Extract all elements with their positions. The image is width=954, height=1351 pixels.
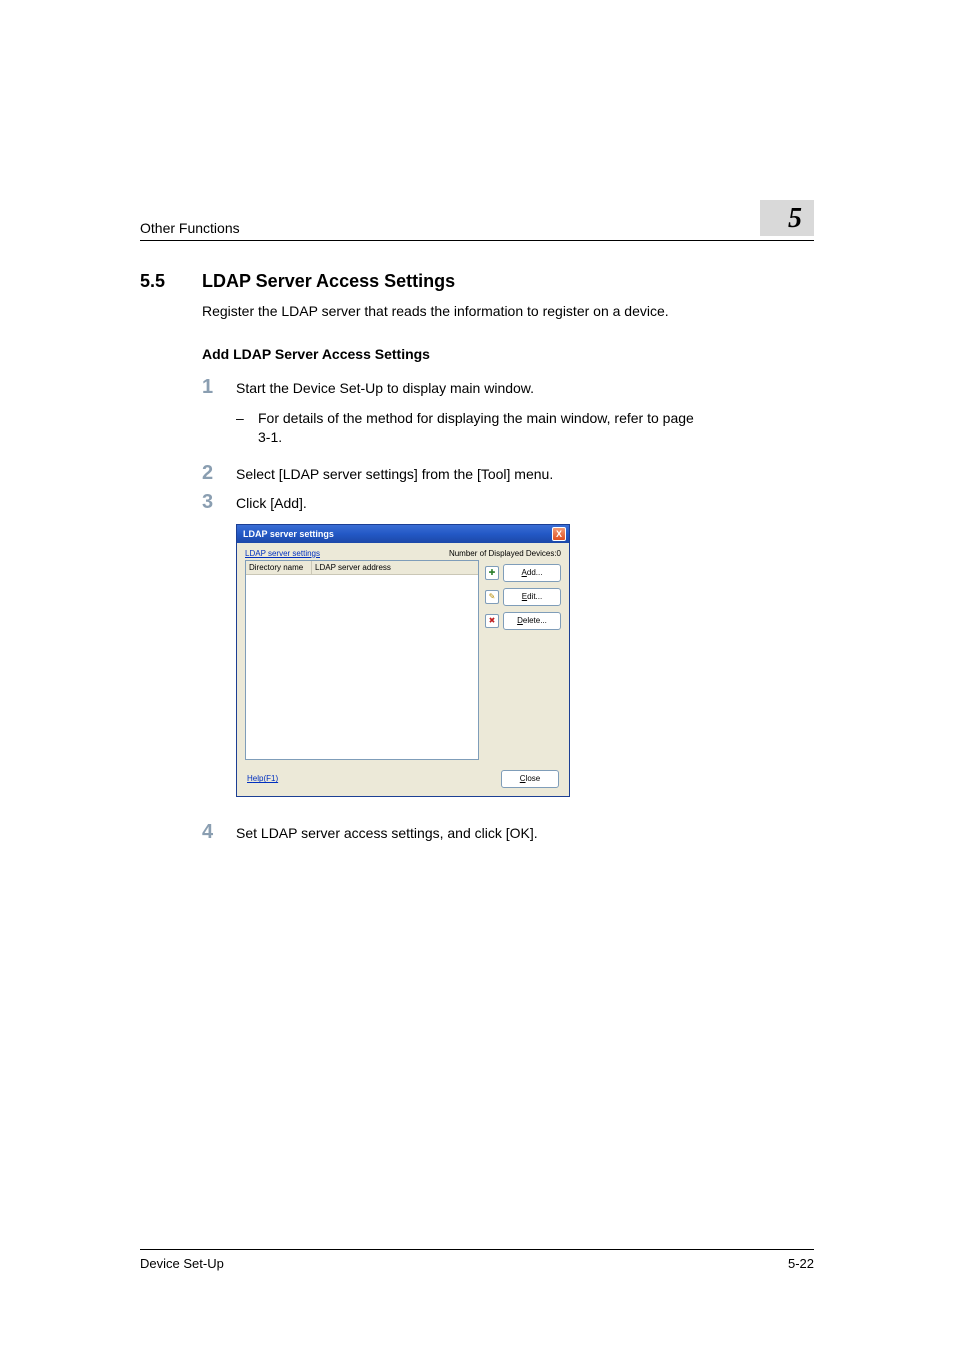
step-number: 1 bbox=[202, 376, 220, 399]
subsection-title: Add LDAP Server Access Settings bbox=[202, 346, 814, 362]
section-heading: 5.5 LDAP Server Access Settings bbox=[140, 271, 814, 292]
step-sub-text: For details of the method for displaying… bbox=[258, 409, 708, 448]
ldap-dialog-screenshot: LDAP server settings X LDAP server setti… bbox=[236, 524, 814, 797]
delete-icon: ✖ bbox=[485, 614, 499, 628]
dash-icon: – bbox=[236, 410, 246, 426]
ldap-server-list[interactable]: Directory name LDAP server address bbox=[245, 560, 479, 760]
add-button[interactable]: Add... bbox=[503, 564, 561, 582]
step-4: 4 Set LDAP server access settings, and c… bbox=[202, 821, 814, 844]
step-text: Select [LDAP server settings] from the [… bbox=[236, 465, 553, 485]
section-number: 5.5 bbox=[140, 271, 180, 292]
step-number: 4 bbox=[202, 821, 220, 844]
dialog-title: LDAP server settings bbox=[243, 529, 334, 539]
step-1-detail: – For details of the method for displayi… bbox=[236, 409, 814, 448]
ldap-server-settings-dialog: LDAP server settings X LDAP server setti… bbox=[236, 524, 570, 797]
help-link[interactable]: Help(F1) bbox=[247, 774, 278, 783]
dialog-titlebar: LDAP server settings X bbox=[237, 525, 569, 543]
step-2: 2 Select [LDAP server settings] from the… bbox=[202, 462, 814, 485]
edit-button[interactable]: Edit... bbox=[503, 588, 561, 606]
close-icon[interactable]: X bbox=[552, 527, 566, 541]
add-icon: ✚ bbox=[485, 566, 499, 580]
column-server-address[interactable]: LDAP server address bbox=[312, 563, 478, 572]
section-title: LDAP Server Access Settings bbox=[202, 271, 455, 292]
step-text: Start the Device Set-Up to display main … bbox=[236, 379, 534, 399]
step-text: Click [Add]. bbox=[236, 494, 307, 514]
step-number: 2 bbox=[202, 462, 220, 485]
close-button[interactable]: Close bbox=[501, 770, 559, 788]
intro-paragraph: Register the LDAP server that reads the … bbox=[202, 302, 814, 322]
ldap-settings-link[interactable]: LDAP server settings bbox=[245, 549, 320, 558]
column-directory-name[interactable]: Directory name bbox=[246, 561, 312, 574]
edit-icon: ✎ bbox=[485, 590, 499, 604]
chapter-number-badge: 5 bbox=[760, 200, 814, 236]
footer-page-number: 5-22 bbox=[788, 1256, 814, 1271]
list-header: Directory name LDAP server address bbox=[246, 561, 478, 575]
delete-button[interactable]: Delete... bbox=[503, 612, 561, 630]
step-number: 3 bbox=[202, 491, 220, 514]
page-footer: Device Set-Up 5-22 bbox=[140, 1249, 814, 1271]
device-count-label: Number of Displayed Devices:0 bbox=[449, 549, 561, 558]
step-3: 3 Click [Add]. bbox=[202, 491, 814, 514]
step-1: 1 Start the Device Set-Up to display mai… bbox=[202, 376, 814, 399]
breadcrumb: Other Functions bbox=[140, 220, 240, 236]
step-text: Set LDAP server access settings, and cli… bbox=[236, 824, 538, 844]
dialog-top-row: LDAP server settings Number of Displayed… bbox=[245, 549, 561, 558]
page-header: Other Functions 5 bbox=[140, 200, 814, 241]
footer-left: Device Set-Up bbox=[140, 1256, 224, 1271]
